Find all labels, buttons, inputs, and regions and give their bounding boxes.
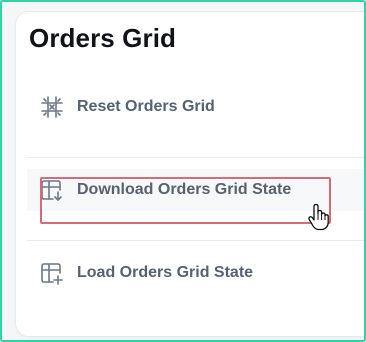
screenshot-frame: Orders Grid Reset Orders Grid Download O… xyxy=(0,0,366,342)
reset-orders-grid-item[interactable]: Reset Orders Grid xyxy=(27,86,364,128)
divider xyxy=(27,157,364,158)
download-orders-grid-state-label: Download Orders Grid State xyxy=(77,181,292,198)
grid-download-icon xyxy=(39,177,65,203)
grid-add-icon xyxy=(39,260,65,286)
load-orders-grid-state-item[interactable]: Load Orders Grid State xyxy=(27,252,364,294)
reset-orders-grid-label: Reset Orders Grid xyxy=(77,98,215,115)
divider xyxy=(27,240,364,241)
panel-title: Orders Grid xyxy=(29,23,177,53)
load-orders-grid-state-label: Load Orders Grid State xyxy=(77,264,254,281)
grid-reset-icon xyxy=(39,94,65,120)
download-orders-grid-state-item[interactable]: Download Orders Grid State xyxy=(27,169,364,211)
